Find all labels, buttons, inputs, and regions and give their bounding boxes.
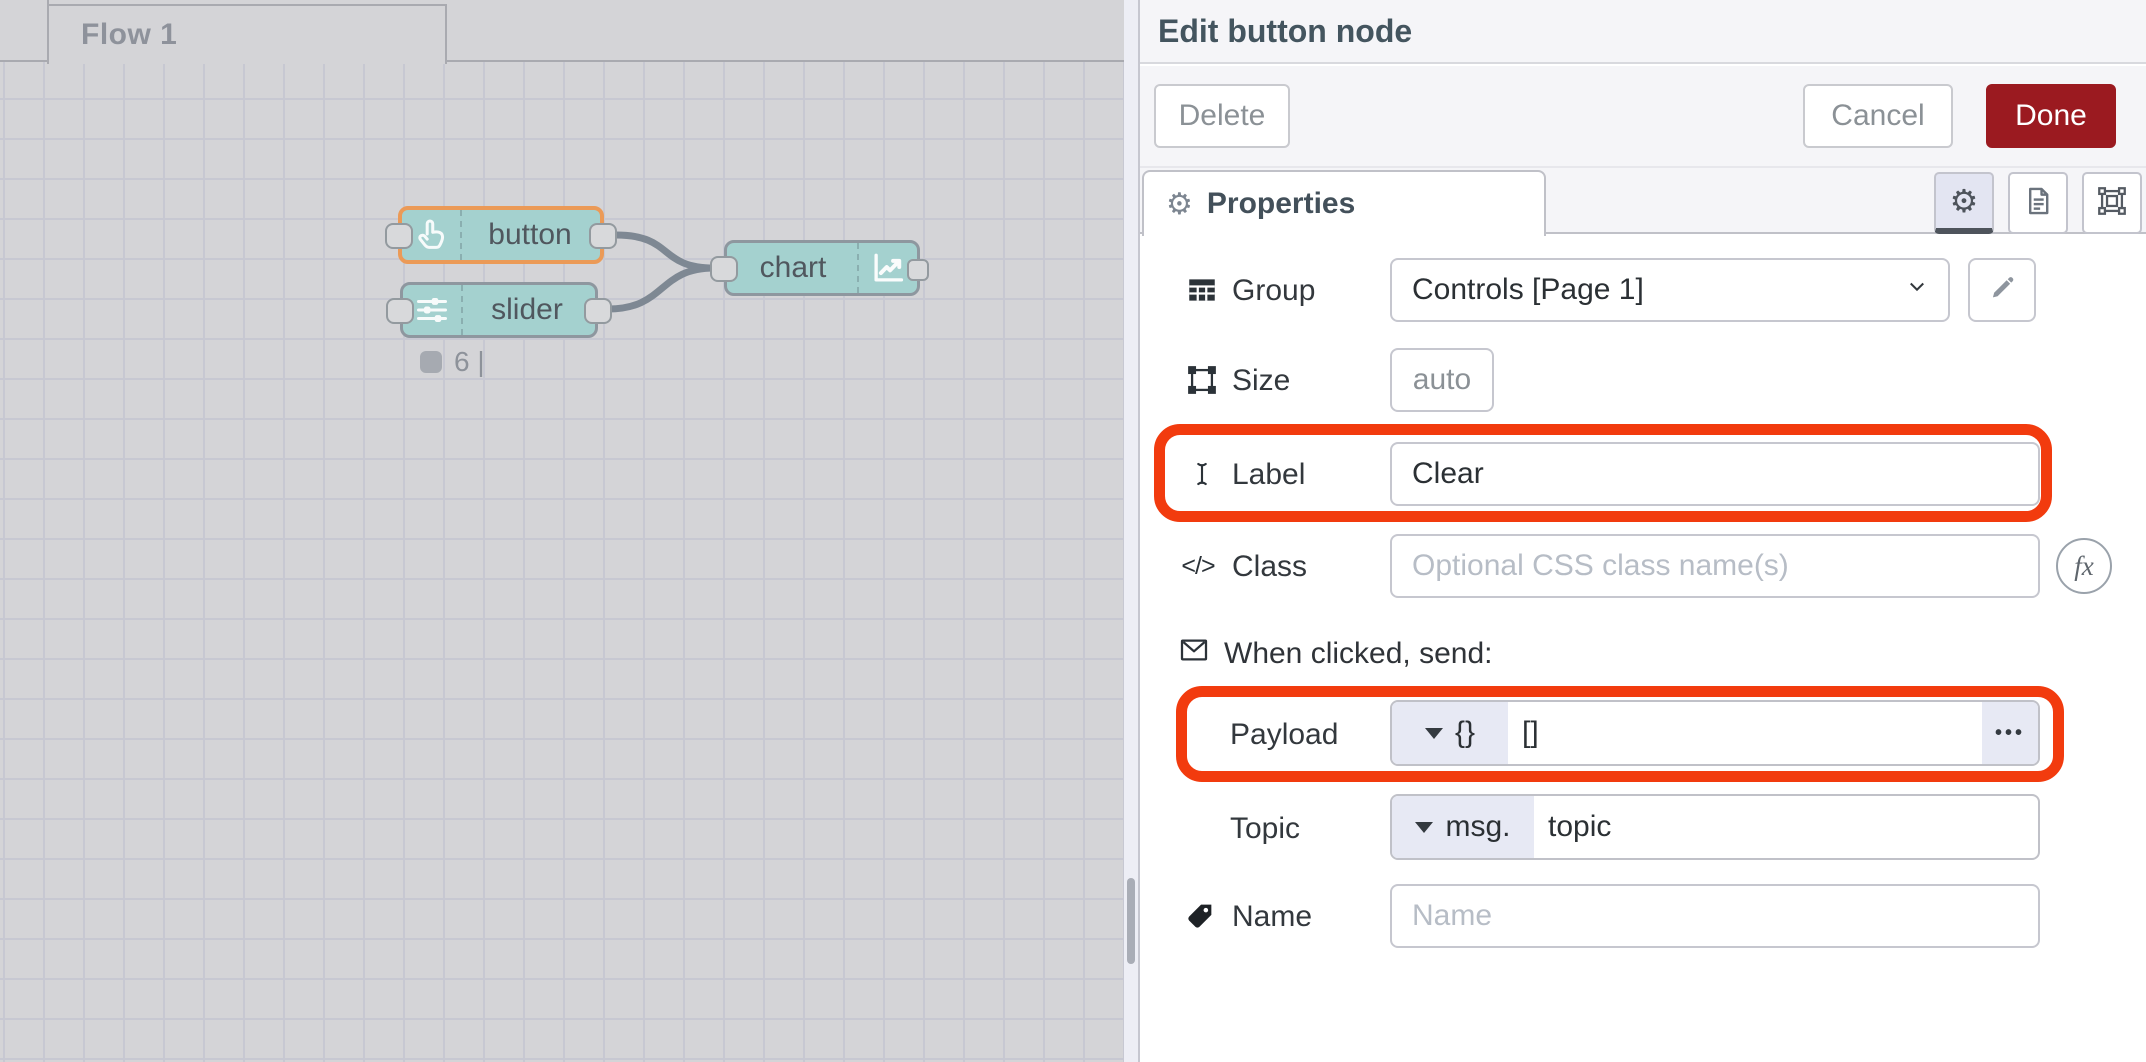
topic-type-select[interactable]: msg. xyxy=(1392,796,1534,858)
tray-scrollbar-track[interactable] xyxy=(1124,0,1140,1062)
status-dot-icon xyxy=(420,351,442,373)
appearance-view-button[interactable] xyxy=(2082,172,2142,234)
msg-prefix: msg. xyxy=(1445,810,1510,844)
group-field-label: Group xyxy=(1232,274,1315,308)
node-chart[interactable]: chart xyxy=(724,240,920,296)
size-auto-button[interactable]: auto xyxy=(1390,348,1494,412)
gear-icon: ⚙ xyxy=(1950,182,1979,220)
send-heading-row: When clicked, send: xyxy=(1178,634,1492,674)
node-slider-input-port[interactable] xyxy=(386,298,414,324)
node-button-label: button xyxy=(460,210,600,260)
tab-properties[interactable]: ⚙ Properties xyxy=(1142,170,1546,236)
edit-tray: Edit button node Delete Cancel Done ⚙ Pr… xyxy=(1140,0,2146,1062)
payload-type-select[interactable]: {} xyxy=(1392,702,1508,764)
wires-layer xyxy=(0,0,1124,1062)
node-chart-input-port[interactable] xyxy=(710,256,738,282)
class-input[interactable] xyxy=(1390,534,2040,598)
tag-icon xyxy=(1178,894,1222,938)
properties-view-button[interactable]: ⚙ xyxy=(1934,172,1994,234)
payload-input[interactable] xyxy=(1508,702,1982,764)
description-view-button[interactable] xyxy=(2008,172,2068,234)
topic-typed-input: msg. xyxy=(1390,794,2040,860)
node-button[interactable]: button xyxy=(398,206,604,264)
status-text: 6 | xyxy=(454,346,485,378)
send-heading-text: When clicked, send: xyxy=(1224,637,1492,671)
node-slider[interactable]: slider xyxy=(400,282,598,338)
tray-header: Edit button node xyxy=(1140,0,2146,64)
node-red-editor: Flow 1 button xyxy=(0,0,2146,1062)
delete-button[interactable]: Delete xyxy=(1154,84,1290,148)
node-slider-status: 6 | xyxy=(420,346,485,378)
wire-slider-to-chart[interactable] xyxy=(608,268,714,309)
name-field-label: Name xyxy=(1232,900,1312,934)
node-slider-output-port[interactable] xyxy=(584,298,612,324)
tray-toolbar: Delete Cancel Done xyxy=(1140,66,2146,168)
json-type-glyph: {} xyxy=(1455,716,1475,750)
tray-title: Edit button node xyxy=(1158,13,1412,50)
group-select[interactable]: Controls [Page 1] xyxy=(1390,258,1950,322)
payload-field-label: Payload xyxy=(1230,718,1338,752)
topic-input[interactable] xyxy=(1534,796,2038,858)
class-field-label: Class xyxy=(1232,550,1307,584)
size-field-label: Size xyxy=(1232,364,1290,398)
envelope-icon xyxy=(1178,634,1210,674)
node-button-output-port[interactable] xyxy=(589,223,617,249)
node-chart-label: chart xyxy=(727,243,859,293)
name-input[interactable] xyxy=(1390,884,2040,948)
topic-field-label: Topic xyxy=(1230,812,1300,846)
payload-expand-button[interactable]: ••• xyxy=(1982,702,2038,764)
text-cursor-icon xyxy=(1180,452,1224,496)
label-input[interactable] xyxy=(1390,442,2040,506)
node-button-input-port[interactable] xyxy=(385,223,413,249)
fx-expand-button[interactable]: fx xyxy=(2056,538,2112,594)
edit-group-button[interactable] xyxy=(1968,258,2036,322)
done-button[interactable]: Done xyxy=(1986,84,2116,148)
chevron-down-icon xyxy=(1902,271,1932,309)
payload-typed-input: {} ••• xyxy=(1390,700,2040,766)
tray-scrollbar-thumb[interactable] xyxy=(1127,878,1135,964)
code-icon: </> xyxy=(1176,544,1220,588)
properties-tab-label: Properties xyxy=(1207,187,1355,221)
object-group-icon xyxy=(2095,184,2129,223)
caret-down-icon xyxy=(1415,822,1433,833)
node-chart-output-port[interactable] xyxy=(907,259,929,281)
caret-down-icon xyxy=(1425,728,1443,739)
object-group-icon xyxy=(1180,358,1224,402)
cancel-button[interactable]: Cancel xyxy=(1803,84,1953,148)
table-icon xyxy=(1180,268,1224,312)
pencil-icon xyxy=(1986,272,2018,309)
document-icon xyxy=(2021,184,2055,223)
node-slider-label: slider xyxy=(459,285,595,335)
wire-button-to-chart[interactable] xyxy=(616,235,714,268)
flow-workspace[interactable]: Flow 1 button xyxy=(0,0,1124,1062)
gear-icon: ⚙ xyxy=(1166,187,1193,222)
group-select-value: Controls [Page 1] xyxy=(1412,273,1644,307)
label-field-label: Label xyxy=(1232,458,1305,492)
